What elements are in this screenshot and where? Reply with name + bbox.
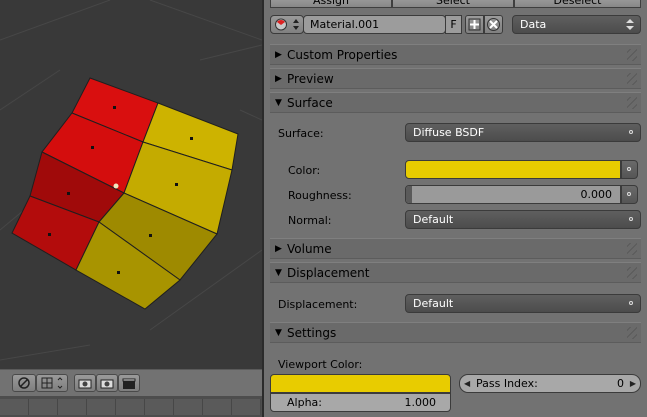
roughness-slider[interactable]: 0.000 [405, 185, 621, 204]
panel-surface[interactable]: ▼ Surface [270, 92, 641, 113]
snap-element-button[interactable] [36, 374, 68, 392]
viewport-header [0, 369, 262, 397]
up-down-arrows-icon [293, 19, 299, 30]
mesh-scene[interactable] [0, 0, 262, 417]
clapperboard-icon [122, 378, 136, 389]
material-name-field[interactable]: Material.001 [303, 15, 446, 34]
camera-icon [78, 379, 92, 389]
chevron-right-icon: ▶ [275, 244, 282, 254]
origin-point [113, 183, 119, 189]
color-swatch[interactable] [405, 160, 621, 179]
close-icon [487, 18, 500, 31]
properties-editor: Assign Select Deselect Material.001 F Da… [264, 0, 647, 417]
chevron-right-icon: ▶ [275, 74, 282, 84]
alpha-value: 1.000 [404, 396, 437, 409]
chevron-left-icon: ◀ [464, 379, 471, 388]
color-link-button[interactable] [621, 160, 638, 179]
alpha-slider[interactable]: Alpha: 1.000 [270, 393, 451, 412]
roughness-label: Roughness: [288, 189, 352, 202]
render-button[interactable] [74, 374, 96, 392]
panel-custom-properties[interactable]: ▶ Custom Properties [270, 44, 641, 65]
surface-label: Surface: [278, 127, 324, 140]
displacement-value: Default [413, 297, 454, 310]
chevron-down-icon: ▼ [275, 328, 282, 338]
alpha-label: Alpha: [287, 396, 322, 409]
fake-user-button[interactable]: F [445, 15, 462, 34]
normal-dropdown[interactable]: Default [405, 210, 641, 229]
viewport-color-swatch[interactable] [270, 374, 451, 393]
chevron-right-icon: ▶ [629, 379, 636, 388]
panel-displacement[interactable]: ▼ Displacement [270, 262, 641, 283]
link-type-value: Data [520, 18, 547, 31]
unlink-material-button[interactable] [484, 15, 503, 34]
material-sphere-icon [275, 18, 287, 31]
chevron-down-icon: ▼ [275, 268, 282, 278]
proportional-edit-button[interactable] [12, 374, 36, 392]
pass-index-label: Pass Index: [476, 377, 538, 390]
normal-label: Normal: [288, 214, 332, 227]
color-label: Color: [288, 164, 321, 177]
material-browse-button[interactable] [270, 15, 304, 34]
chevron-right-icon: ▶ [275, 50, 282, 60]
deselect-button[interactable]: Deselect [514, 0, 641, 8]
roughness-link-button[interactable] [621, 185, 638, 204]
surface-shader-dropdown[interactable]: Diffuse BSDF [405, 123, 641, 142]
new-material-button[interactable] [465, 15, 484, 34]
normal-value: Default [413, 213, 454, 226]
surface-shader-value: Diffuse BSDF [413, 126, 485, 139]
panel-preview[interactable]: ▶ Preview [270, 68, 641, 89]
magnet-icon [18, 377, 30, 389]
panel-volume[interactable]: ▶ Volume [270, 238, 641, 259]
link-type-dropdown[interactable]: Data [512, 15, 641, 34]
select-button[interactable]: Select [392, 0, 514, 8]
viewport-color-label: Viewport Color: [278, 358, 363, 371]
chevron-down-icon: ▼ [275, 98, 282, 108]
timeline-strip [0, 396, 262, 417]
plus-icon [468, 18, 481, 31]
cube-mesh[interactable] [11, 77, 239, 310]
clapperboard-button[interactable] [118, 374, 140, 392]
pass-index-field[interactable]: ◀ Pass Index: 0 ▶ [459, 374, 641, 393]
pass-index-value: 0 [617, 377, 624, 390]
camera-icon [100, 379, 114, 389]
displacement-label: Displacement: [278, 298, 358, 311]
3d-viewport[interactable] [0, 0, 262, 417]
assign-button[interactable]: Assign [270, 0, 392, 8]
displacement-dropdown[interactable]: Default [405, 294, 641, 313]
snap-icon [41, 377, 63, 389]
render-animation-button[interactable] [96, 374, 118, 392]
panel-settings[interactable]: ▼ Settings [270, 322, 641, 343]
roughness-value: 0.000 [580, 188, 613, 201]
up-down-arrows-icon [626, 19, 634, 30]
